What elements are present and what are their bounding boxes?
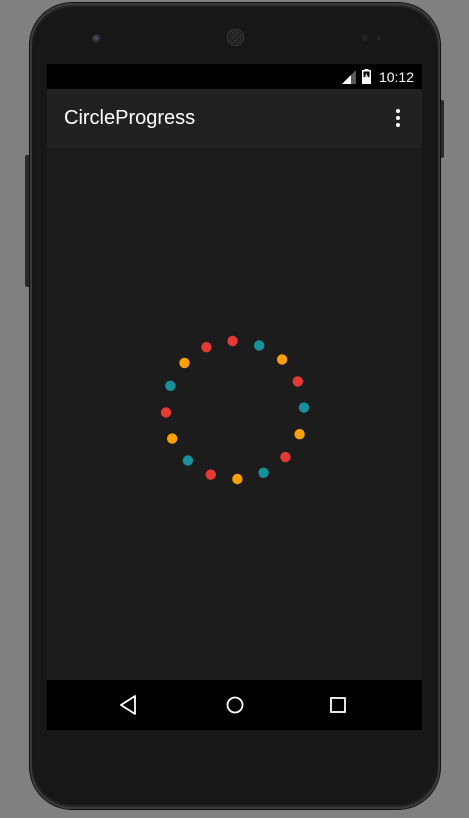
signal-icon — [341, 69, 356, 84]
navigation-bar — [47, 680, 422, 730]
status-icons: 10:12 — [341, 64, 414, 89]
progress-dot — [232, 473, 243, 485]
circle-progress-spinner — [160, 335, 310, 485]
progress-dot — [292, 376, 303, 387]
progress-dot — [165, 380, 176, 391]
front-camera-icon — [92, 34, 102, 44]
progress-dot — [160, 407, 172, 418]
progress-dot — [179, 357, 190, 369]
progress-dot — [254, 340, 265, 351]
progress-dot — [201, 342, 212, 353]
progress-dot — [298, 402, 310, 413]
progress-dot — [294, 429, 305, 440]
progress-dot — [167, 433, 178, 444]
progress-dot — [205, 469, 216, 480]
progress-dot — [276, 354, 288, 365]
recents-icon[interactable] — [326, 693, 350, 717]
earpiece-speaker-icon — [226, 28, 245, 47]
back-icon[interactable] — [118, 693, 142, 717]
progress-dot — [182, 455, 194, 466]
proximity-sensor-icon — [362, 35, 368, 41]
progress-dot — [227, 335, 238, 347]
device-frame: 10:12 CircleProgress — [0, 0, 469, 818]
progress-dot — [280, 451, 291, 463]
overflow-menu-button[interactable] — [386, 105, 410, 131]
battery-icon — [361, 69, 371, 84]
content-area — [47, 148, 422, 680]
app-title: CircleProgress — [64, 107, 196, 129]
status-time: 10:12 — [378, 68, 414, 85]
app-bar: CircleProgress — [47, 89, 422, 148]
screen: 10:12 CircleProgress — [47, 64, 422, 730]
status-bar: 10:12 — [47, 64, 422, 89]
light-sensor-icon — [377, 36, 381, 40]
more-vert-icon — [396, 109, 400, 113]
progress-dot — [258, 467, 269, 478]
home-icon[interactable] — [223, 693, 247, 717]
